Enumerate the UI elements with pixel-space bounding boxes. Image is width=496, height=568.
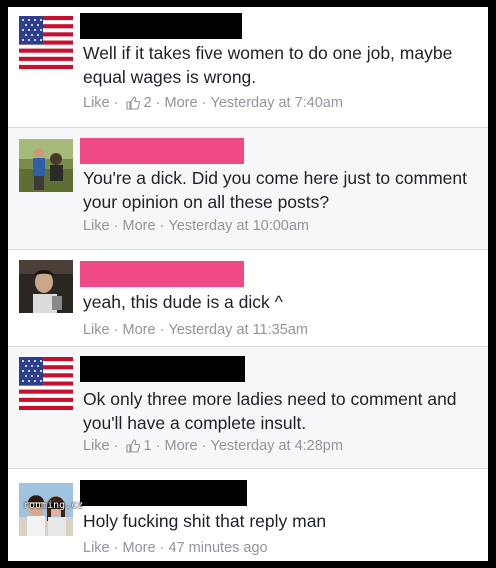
comment-text: yeah, this dude is a dick ^ [83, 292, 283, 312]
comment-text: Well if it takes five women to do one jo… [83, 43, 453, 87]
timestamp[interactable]: Yesterday at 10:00am [168, 218, 309, 234]
separator: · [159, 218, 165, 235]
timestamp[interactable]: 47 minutes ago [168, 540, 267, 556]
redacted-name[interactable] [80, 480, 247, 506]
us-flag-avatar[interactable] [19, 357, 73, 410]
separator: · [113, 95, 119, 112]
separator: · [159, 540, 165, 557]
us-flag-icon [19, 357, 73, 410]
comment-actions: Like · 1 · More · Yesterday at 4:28pm [83, 438, 343, 454]
separator: · [113, 438, 119, 455]
comment-actions: Like · More · 47 minutes ago [83, 540, 268, 556]
comment-actions: Like · More · Yesterday at 10:00am [83, 218, 309, 234]
watermark: rouming.cz [23, 500, 84, 511]
comment-text: Ok only three more ladies need to commen… [83, 389, 457, 433]
user-photo-icon [19, 139, 73, 192]
thumbs-up-icon [125, 439, 140, 453]
us-flag-icon [19, 16, 73, 69]
more-link[interactable]: More [165, 95, 198, 111]
redacted-name[interactable] [80, 356, 245, 382]
like-link[interactable]: Like [83, 438, 110, 454]
comment: Holy fucking shit that reply man Like · … [8, 469, 488, 561]
redacted-name[interactable] [80, 261, 244, 287]
like-count[interactable]: 1 [144, 438, 152, 454]
like-count[interactable]: 2 [144, 95, 152, 111]
user-photo-avatar[interactable] [19, 139, 73, 192]
redacted-name[interactable] [80, 13, 242, 39]
separator: · [201, 438, 207, 455]
more-link[interactable]: More [123, 540, 156, 556]
timestamp[interactable]: Yesterday at 7:40am [210, 95, 342, 111]
timestamp[interactable]: Yesterday at 11:35am [168, 322, 307, 338]
comment-thread: Well if it takes five women to do one jo… [8, 7, 488, 561]
comment-text: You're a dick. Did you come here just to… [83, 168, 467, 212]
comment-actions: Like · 2 · More · Yesterday at 7:40am [83, 95, 343, 111]
separator: · [113, 540, 119, 557]
us-flag-avatar[interactable] [19, 16, 73, 69]
like-link[interactable]: Like [83, 218, 110, 234]
comment-actions: Like · More · Yesterday at 11:35am [83, 322, 308, 338]
separator: · [201, 95, 207, 112]
separator: · [113, 322, 119, 339]
user-photo-icon [19, 260, 73, 313]
timestamp[interactable]: Yesterday at 4:28pm [210, 438, 342, 454]
more-link[interactable]: More [123, 322, 156, 338]
like-link[interactable]: Like [83, 322, 110, 338]
separator: · [159, 322, 165, 339]
separator: · [155, 438, 161, 455]
comment: You're a dick. Did you come here just to… [8, 128, 488, 250]
redacted-name[interactable] [80, 138, 244, 164]
like-link[interactable]: Like [83, 540, 110, 556]
comment-text: Holy fucking shit that reply man [83, 511, 327, 531]
like-link[interactable]: Like [83, 95, 110, 111]
user-photo-avatar[interactable] [19, 260, 73, 313]
thumbs-up-icon [125, 96, 140, 110]
more-link[interactable]: More [123, 218, 156, 234]
comment: yeah, this dude is a dick ^ Like · More … [8, 250, 488, 347]
separator: · [113, 218, 119, 235]
separator: · [155, 95, 161, 112]
more-link[interactable]: More [165, 438, 198, 454]
comment: Well if it takes five women to do one jo… [8, 7, 488, 128]
comment: Ok only three more ladies need to commen… [8, 347, 488, 469]
